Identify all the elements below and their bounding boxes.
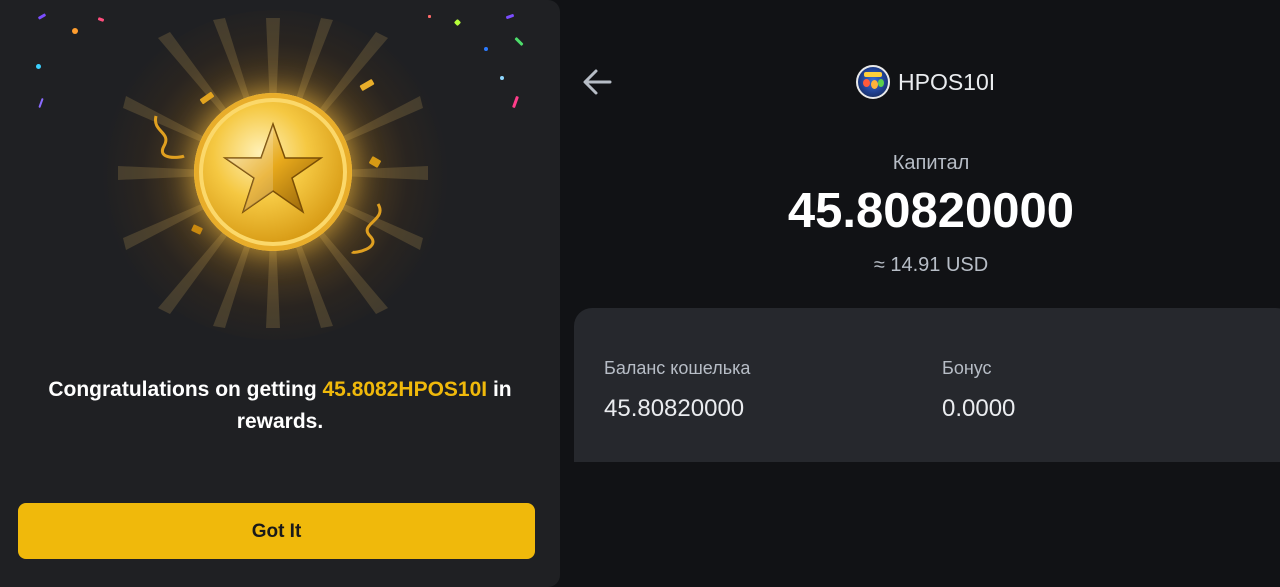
balance-card: Баланс кошелька 45.80820000 Бонус 0.0000 <box>574 308 1280 462</box>
reward-amount: 45.8082HPOS10I <box>322 378 488 401</box>
confetti <box>505 13 515 20</box>
confetti <box>512 95 519 109</box>
wallet-detail: HPOS10I Капитал 45.80820000 ≈ 14.91 USD … <box>560 0 1280 587</box>
star-coin-icon <box>194 93 352 251</box>
bonus-label: Бонус <box>942 358 992 378</box>
ribbon <box>154 115 185 159</box>
confetti <box>38 97 44 109</box>
confetti <box>37 13 47 20</box>
back-button[interactable] <box>580 64 616 100</box>
congrats-prefix: Congratulations on getting <box>48 378 323 401</box>
congrats-message: Congratulations on getting 45.8082HPOS10… <box>20 374 540 438</box>
confetti <box>428 15 431 18</box>
confetti <box>72 28 78 34</box>
token-header: HPOS10I <box>856 64 995 100</box>
bonus-value: 0.0000 <box>942 395 1016 422</box>
ribbon <box>350 203 382 254</box>
confetti <box>500 76 504 80</box>
token-avatar-icon <box>856 65 890 99</box>
token-name: HPOS10I <box>898 68 996 95</box>
reward-modal: Congratulations on getting 45.8082HPOS10… <box>0 0 560 587</box>
confetti <box>514 36 524 47</box>
confetti <box>36 64 41 69</box>
confetti <box>97 17 105 22</box>
capital-usd: ≈ 14.91 USD <box>873 254 989 276</box>
wallet-balance-label: Баланс кошелька <box>604 358 751 378</box>
wallet-balance-value: 45.80820000 <box>604 395 745 422</box>
capital-label: Капитал <box>892 152 970 174</box>
confetti <box>484 47 488 51</box>
arrow-left-icon <box>583 69 612 95</box>
capital-value: 45.80820000 <box>787 184 1075 238</box>
got-it-button[interactable]: Got It <box>18 503 535 559</box>
confetti <box>453 18 462 27</box>
